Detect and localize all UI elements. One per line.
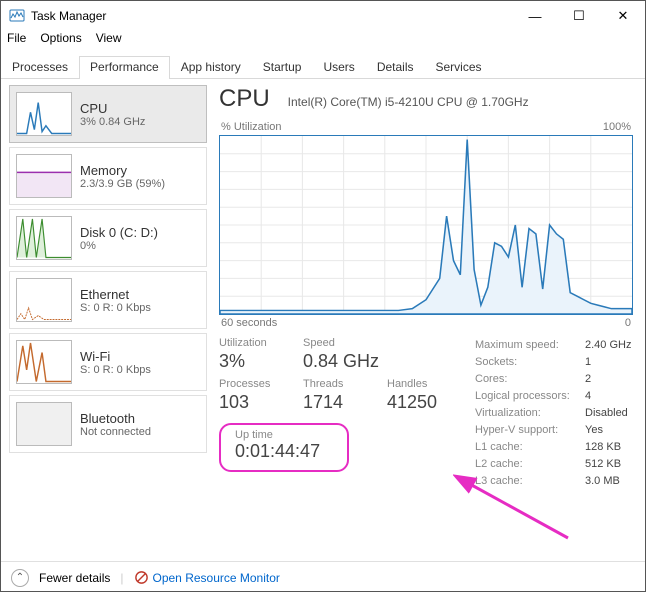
hyperv-value: Yes [585,422,603,439]
sidebar-item-sub: 2.3/3.9 GB (59%) [80,178,165,190]
close-button[interactable]: ✕ [601,2,645,30]
l1-label: L1 cache: [475,439,585,456]
tab-performance[interactable]: Performance [79,56,170,79]
menu-options[interactable]: Options [40,31,81,51]
threads-value: 1714 [303,392,365,413]
uptime-value: 0:01:44:47 [235,441,333,462]
handles-value: 41250 [387,392,449,413]
l2-label: L2 cache: [475,456,585,473]
utilization-chart [219,135,633,315]
sidebar-item-label: Memory [80,163,165,178]
titlebar: Task Manager — ☐ ✕ [1,1,645,31]
chart-bottom-left-label: 60 seconds [221,317,277,329]
fewer-details-button[interactable]: Fewer details [39,571,110,585]
chart-top-left-label: % Utilization [221,121,282,133]
sidebar-item-sub: Not connected [80,426,151,438]
sidebar-item-sub: 3% 0.84 GHz [80,116,145,128]
chart-top-right-label: 100% [603,121,631,133]
stats-right: Maximum speed:2.40 GHz Sockets:1 Cores:2… [475,337,631,490]
cpu-thumb [16,92,72,136]
sidebar-item-wifi[interactable]: Wi-FiS: 0 R: 0 Kbps [9,333,207,391]
menu-file[interactable]: File [7,31,26,51]
cpu-model: Intel(R) Core(TM) i5-4210U CPU @ 1.70GHz [288,95,529,109]
sidebar-item-sub: 0% [80,240,158,252]
tab-services[interactable]: Services [425,56,493,79]
bottombar: ⌃ Fewer details | Open Resource Monitor [1,561,645,593]
tab-details[interactable]: Details [366,56,425,79]
content-area: CPU Intel(R) Core(TM) i5-4210U CPU @ 1.7… [213,79,645,561]
tab-processes[interactable]: Processes [1,56,79,79]
sidebar-item-label: Disk 0 (C: D:) [80,225,158,240]
sockets-value: 1 [585,354,591,371]
sidebar-item-sub: S: 0 R: 0 Kbps [80,364,151,376]
l3-value: 3.0 MB [585,473,620,490]
sidebar-item-label: Bluetooth [80,411,151,426]
processes-label: Processes [219,378,281,390]
tab-apphistory[interactable]: App history [170,56,252,79]
handles-label: Handles [387,378,449,390]
virt-value: Disabled [585,405,628,422]
utilization-value: 3% [219,351,281,372]
threads-label: Threads [303,378,365,390]
memory-thumb [16,154,72,198]
maxspeed-value: 2.40 GHz [585,337,631,354]
sidebar-item-label: Ethernet [80,287,151,302]
sidebar-item-ethernet[interactable]: EthernetS: 0 R: 0 Kbps [9,271,207,329]
cores-value: 2 [585,371,591,388]
sidebar-item-bluetooth[interactable]: BluetoothNot connected [9,395,207,453]
l1-value: 128 KB [585,439,621,456]
resource-monitor-label: Open Resource Monitor [153,571,280,585]
sidebar-item-memory[interactable]: Memory2.3/3.9 GB (59%) [9,147,207,205]
tabbar: Processes Performance App history Startu… [1,55,645,79]
menu-view[interactable]: View [96,31,122,51]
cores-label: Cores: [475,371,585,388]
chevron-up-icon[interactable]: ⌃ [11,569,29,587]
l3-label: L3 cache: [475,473,585,490]
sockets-label: Sockets: [475,354,585,371]
open-resource-monitor-link[interactable]: Open Resource Monitor [134,570,280,585]
l2-value: 512 KB [585,456,621,473]
ethernet-thumb [16,278,72,322]
sidebar-item-sub: S: 0 R: 0 Kbps [80,302,151,314]
resource-monitor-icon [134,570,149,585]
sidebar: CPU3% 0.84 GHz Memory2.3/3.9 GB (59%) Di… [1,79,213,561]
window-title: Task Manager [31,9,513,23]
uptime-highlight: Up time 0:01:44:47 [219,423,349,472]
chart-bottom-right-label: 0 [625,317,631,329]
maximize-button[interactable]: ☐ [557,2,601,30]
tab-users[interactable]: Users [312,56,365,79]
lproc-value: 4 [585,388,591,405]
bluetooth-thumb [16,402,72,446]
sidebar-item-cpu[interactable]: CPU3% 0.84 GHz [9,85,207,143]
disk-thumb [16,216,72,260]
menubar: File Options View [1,31,645,51]
app-icon [9,8,25,24]
speed-value: 0.84 GHz [303,351,379,372]
hyperv-label: Hyper-V support: [475,422,585,439]
wifi-thumb [16,340,72,384]
page-title: CPU [219,85,270,113]
uptime-label: Up time [235,429,333,441]
sidebar-item-label: Wi-Fi [80,349,151,364]
minimize-button[interactable]: — [513,2,557,30]
processes-value: 103 [219,392,281,413]
virt-label: Virtualization: [475,405,585,422]
separator: | [120,571,123,585]
sidebar-item-disk0[interactable]: Disk 0 (C: D:)0% [9,209,207,267]
speed-label: Speed [303,337,379,349]
sidebar-item-label: CPU [80,101,145,116]
lproc-label: Logical processors: [475,388,585,405]
utilization-label: Utilization [219,337,281,349]
maxspeed-label: Maximum speed: [475,337,585,354]
tab-startup[interactable]: Startup [252,56,313,79]
